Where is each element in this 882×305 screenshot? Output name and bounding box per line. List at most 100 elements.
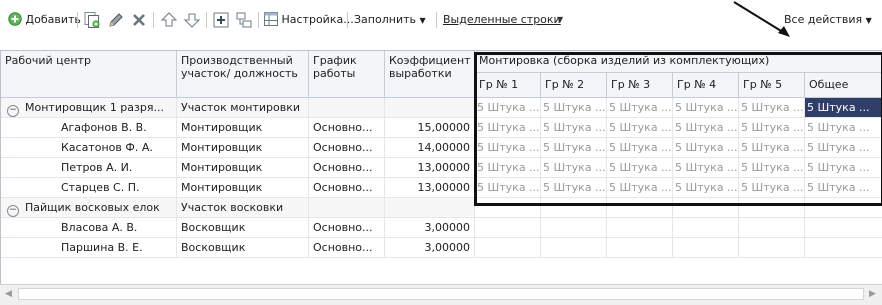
cell-name[interactable]: Паршина В. Е. — [1, 238, 177, 258]
copy-icon[interactable] — [83, 11, 101, 29]
cell-group-5[interactable]: 5 Штука ... — [739, 98, 805, 118]
cell-coef[interactable]: 14,00000 — [385, 138, 475, 158]
settings-button[interactable]: Настройка... — [264, 12, 354, 28]
cell-group-4[interactable]: 5 Штука ... — [673, 178, 739, 198]
cell-group-4[interactable] — [673, 198, 739, 218]
cell-group-5[interactable]: 5 Штука ... — [739, 118, 805, 138]
cell-schedule[interactable]: Основно... — [309, 118, 385, 138]
cell-coef[interactable]: 3,00000 — [385, 218, 475, 238]
cell-coef[interactable]: 13,00000 — [385, 178, 475, 198]
pencil-icon[interactable] — [107, 11, 125, 29]
cell-schedule[interactable] — [309, 98, 385, 118]
cell-group-5[interactable]: 5 Штука ... — [739, 138, 805, 158]
cell-group-4[interactable] — [673, 238, 739, 258]
cell-coef[interactable] — [385, 198, 475, 218]
minus-circle-icon[interactable]: − — [7, 105, 19, 117]
cell-schedule[interactable]: Основно... — [309, 238, 385, 258]
cell-group-3[interactable]: 5 Штука ... — [607, 98, 673, 118]
cell-schedule[interactable]: Основно... — [309, 178, 385, 198]
column-header-coefficient[interactable]: Коэффициент выработки — [385, 51, 475, 98]
cell-site[interactable]: Монтировщик — [177, 158, 309, 178]
cell-group-6[interactable]: 5 Штука ... — [805, 158, 882, 178]
cell-group-2[interactable] — [541, 238, 607, 258]
tree-expand-icon[interactable] — [235, 11, 253, 29]
cell-coef[interactable] — [385, 98, 475, 118]
cell-group-3[interactable]: 5 Штука ... — [607, 158, 673, 178]
cell-name[interactable]: Петров А. И. — [1, 158, 177, 178]
cell-name[interactable]: Власова А. В. — [1, 218, 177, 238]
cell-group-4[interactable]: 5 Штука ... — [673, 118, 739, 138]
cell-group-1[interactable]: 5 Штука ... — [475, 118, 541, 138]
cell-coef[interactable]: 13,00000 — [385, 158, 475, 178]
cell-schedule[interactable]: Основно... — [309, 158, 385, 178]
column-header-sub-6[interactable]: Общее — [805, 73, 882, 98]
column-header-sub-2[interactable]: Гр № 2 — [541, 73, 607, 98]
cell-schedule[interactable]: Основно... — [309, 138, 385, 158]
cell-group-6[interactable] — [805, 198, 882, 218]
cell-site[interactable]: Участок восковки — [177, 198, 309, 218]
move-down-icon[interactable] — [183, 11, 201, 29]
cell-group-3[interactable]: 5 Штука ... — [607, 138, 673, 158]
column-header-work-center[interactable]: Рабочий центр — [1, 51, 177, 98]
move-up-icon[interactable] — [160, 11, 178, 29]
cell-group-5[interactable] — [739, 218, 805, 238]
column-group-header-assembly[interactable]: Монтировка (сборка изделий из комплектую… — [475, 51, 882, 73]
cell-group-3[interactable] — [607, 218, 673, 238]
cell-group-6[interactable] — [805, 218, 882, 238]
scrollbar-thumb[interactable] — [18, 288, 864, 300]
column-header-sub-3[interactable]: Гр № 3 — [607, 73, 673, 98]
scroll-right-icon[interactable]: ▶ — [869, 289, 876, 299]
cell-site[interactable]: Монтировщик — [177, 178, 309, 198]
cell-group-5[interactable] — [739, 198, 805, 218]
cell-group-1[interactable] — [475, 238, 541, 258]
add-button[interactable]: Добавить — [8, 12, 81, 28]
cell-group-1[interactable]: 5 Штука ... — [475, 138, 541, 158]
cell-group-1[interactable]: 5 Штука ... — [475, 98, 541, 118]
cell-site[interactable]: Монтировщик — [177, 138, 309, 158]
cell-group-2[interactable]: 5 Штука ... — [541, 98, 607, 118]
cell-site[interactable]: Монтировщик — [177, 118, 309, 138]
cell-schedule[interactable]: Основно... — [309, 218, 385, 238]
fill-dropdown[interactable]: Заполнить ▼ — [354, 12, 426, 28]
cell-group-5[interactable] — [739, 238, 805, 258]
minus-circle-icon[interactable]: − — [7, 205, 19, 217]
cell-group-2[interactable]: 5 Штука ... — [541, 138, 607, 158]
cell-group-6[interactable]: 5 Штука ... — [805, 118, 882, 138]
cell-name[interactable]: − Монтировщик 1 разря... — [1, 98, 177, 118]
cell-group-3[interactable]: 5 Штука ... — [607, 118, 673, 138]
cell-group-5[interactable]: 5 Штука ... — [739, 158, 805, 178]
cell-site[interactable]: Восковщик — [177, 238, 309, 258]
column-header-schedule[interactable]: График работы — [309, 51, 385, 98]
cell-group-3[interactable]: 5 Штука ... — [607, 178, 673, 198]
cell-group-2[interactable] — [541, 218, 607, 238]
cell-site[interactable]: Восковщик — [177, 218, 309, 238]
cell-group-3[interactable] — [607, 198, 673, 218]
cell-group-6[interactable]: 5 Штука ... — [805, 178, 882, 198]
tree-collapse-icon[interactable] — [212, 11, 230, 29]
chevron-down-icon[interactable]: ▼ — [557, 12, 563, 28]
cell-schedule[interactable] — [309, 198, 385, 218]
cell-group-1[interactable]: 5 Штука ... — [475, 158, 541, 178]
column-header-site-position[interactable]: Производственный участок/ должность — [177, 51, 309, 98]
cell-name[interactable]: Старцев С. П. — [1, 178, 177, 198]
cell-name[interactable]: Касатонов Ф. А. — [1, 138, 177, 158]
cell-group-2[interactable]: 5 Штука ... — [541, 178, 607, 198]
cell-name[interactable]: − Пайщик восковых елок — [1, 198, 177, 218]
cell-group-6[interactable]: 5 Штука ... — [805, 138, 882, 158]
column-header-sub-4[interactable]: Гр № 4 — [673, 73, 739, 98]
cell-group-2[interactable]: 5 Штука ... — [541, 118, 607, 138]
cell-group-1[interactable] — [475, 218, 541, 238]
column-header-sub-5[interactable]: Гр № 5 — [739, 73, 805, 98]
cell-group-4[interactable]: 5 Штука ... — [673, 98, 739, 118]
column-header-sub-1[interactable]: Гр № 1 — [475, 73, 541, 98]
cell-group-6[interactable] — [805, 238, 882, 258]
delete-x-icon[interactable] — [130, 11, 148, 29]
cell-coef[interactable]: 15,00000 — [385, 118, 475, 138]
cell-coef[interactable]: 3,00000 — [385, 238, 475, 258]
cell-group-3[interactable] — [607, 238, 673, 258]
cell-group-4[interactable] — [673, 218, 739, 238]
cell-group-1[interactable] — [475, 198, 541, 218]
cell-group-6[interactable]: 5 Штука ... — [805, 98, 882, 118]
cell-group-2[interactable] — [541, 198, 607, 218]
cell-group-4[interactable]: 5 Штука ... — [673, 158, 739, 178]
